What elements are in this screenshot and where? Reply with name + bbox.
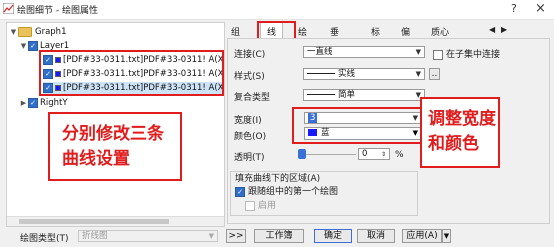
enable-fill-label: 启用 <box>258 201 277 211</box>
apply-dropdown-button[interactable]: ▼ <box>442 229 451 243</box>
workbook-button[interactable]: 工作簿 <box>254 229 304 243</box>
composite-label: 复合类型 <box>234 93 271 103</box>
follow-first-plot[interactable]: ✓ 跟随组中的第一个绘图 <box>235 184 338 197</box>
color-label: 颜色(O) <box>234 132 267 142</box>
composite-select[interactable]: 简单 ▼ <box>303 89 425 101</box>
style-select[interactable]: 实线 ▼ <box>303 68 425 80</box>
annotation-left: 分别修改三条曲线设置 <box>48 112 182 181</box>
transparency-input[interactable]: 0 ⇕ <box>358 148 390 160</box>
follow-first-label: 跟随组中的第一个绘图 <box>248 187 339 197</box>
highlight-width-color-box <box>292 107 426 144</box>
tab-scroll-left-icon[interactable]: ◀ <box>489 25 495 34</box>
cancel-button[interactable]: 取消 <box>357 229 395 243</box>
line-style-preview <box>307 73 335 74</box>
annotation-right: 调整宽度和颜色 <box>420 97 500 168</box>
fill-area-title: 填充曲线下的区域(A) <box>235 174 321 184</box>
tree-graph-label: Graph1 <box>35 27 67 37</box>
ok-button[interactable]: 确定 <box>314 229 352 243</box>
chevron-down-icon: ▼ <box>415 48 421 56</box>
connect-in-subset-label: 在子集中连接 <box>446 50 501 60</box>
style-value: 实线 <box>338 69 356 79</box>
folder-icon <box>18 26 32 37</box>
connect-in-subset-checkbox[interactable] <box>433 49 443 60</box>
width-label: 宽度(I) <box>234 116 262 126</box>
expand-button[interactable]: >> <box>226 229 246 243</box>
enable-fill-checkbox[interactable] <box>245 200 255 211</box>
layer-checkbox[interactable]: ✓ <box>28 97 38 108</box>
window-title: 绘图细节 - 绘图属性 <box>17 6 98 16</box>
transparency-slider-thumb[interactable] <box>298 149 306 159</box>
tree-right-layer-label: RightY <box>40 98 68 108</box>
composite-value: 简单 <box>338 90 356 100</box>
chevron-down-icon: ▼ <box>415 70 421 78</box>
chevron-down-icon: ▼ <box>208 232 214 240</box>
apply-button[interactable]: 应用(A) <box>402 229 442 243</box>
style-label: 样式(S) <box>234 72 265 82</box>
collapse-icon[interactable]: ▼ <box>19 40 28 53</box>
tree-graph[interactable]: ▼ Graph1 <box>9 26 66 39</box>
transparency-value: 0 <box>362 149 368 159</box>
expand-icon[interactable]: ▶ <box>19 97 28 110</box>
connect-value: 一直线 <box>307 47 333 57</box>
plot-type-label: 绘图类型(T) <box>20 234 69 244</box>
title-bar: 绘图细节 - 绘图属性 ? × <box>0 0 554 20</box>
layer-checkbox[interactable]: ✓ <box>28 40 38 51</box>
scrollbar-thumb[interactable] <box>19 219 169 224</box>
spin-icon[interactable]: ⇕ <box>381 149 386 160</box>
close-button[interactable]: × <box>535 1 546 16</box>
footer-bar: 绘图类型(T) 折线图 ▼ >> 工作簿 确定 取消 应用(A) ▼ <box>0 225 554 247</box>
connect-select[interactable]: 一直线 ▼ <box>303 46 425 58</box>
transparency-unit: % <box>395 150 404 160</box>
highlight-plots-box <box>39 50 224 96</box>
annotation-right-text: 调整宽度和颜色 <box>428 109 496 154</box>
transparency-slider-track[interactable] <box>306 154 356 155</box>
style-more-button[interactable]: .. <box>429 68 440 80</box>
collapse-icon[interactable]: ▼ <box>9 26 18 39</box>
composite-preview <box>307 94 335 95</box>
follow-first-checkbox[interactable]: ✓ <box>235 186 245 197</box>
line-page: 连接(C) 一直线 ▼ 在子集中连接 样式(S) 实线 ▼ .. 复合类型 简单 ▼ … <box>227 38 550 224</box>
tab-scroll-right-icon[interactable]: ▶ <box>501 25 507 34</box>
help-button[interactable]: ? <box>511 2 517 15</box>
enable-fill[interactable]: 启用 <box>245 198 276 211</box>
tree-right-layer[interactable]: ▶ ✓ RightY <box>19 97 68 110</box>
tab-group[interactable]: 组 <box>231 25 240 38</box>
fill-area-group: 填充曲线下的区域(A) ✓ 跟随组中的第一个绘图 启用 <box>230 171 418 216</box>
app-icon <box>3 3 14 14</box>
plot-type-value: 折线图 <box>82 231 108 241</box>
connect-in-subset[interactable]: 在子集中连接 <box>433 47 500 60</box>
connect-label: 连接(C) <box>234 50 266 60</box>
plot-type-select[interactable]: 折线图 ▼ <box>78 230 218 242</box>
annotation-left-text: 分别修改三条曲线设置 <box>62 124 164 169</box>
transparency-label: 透明(T) <box>234 153 265 163</box>
